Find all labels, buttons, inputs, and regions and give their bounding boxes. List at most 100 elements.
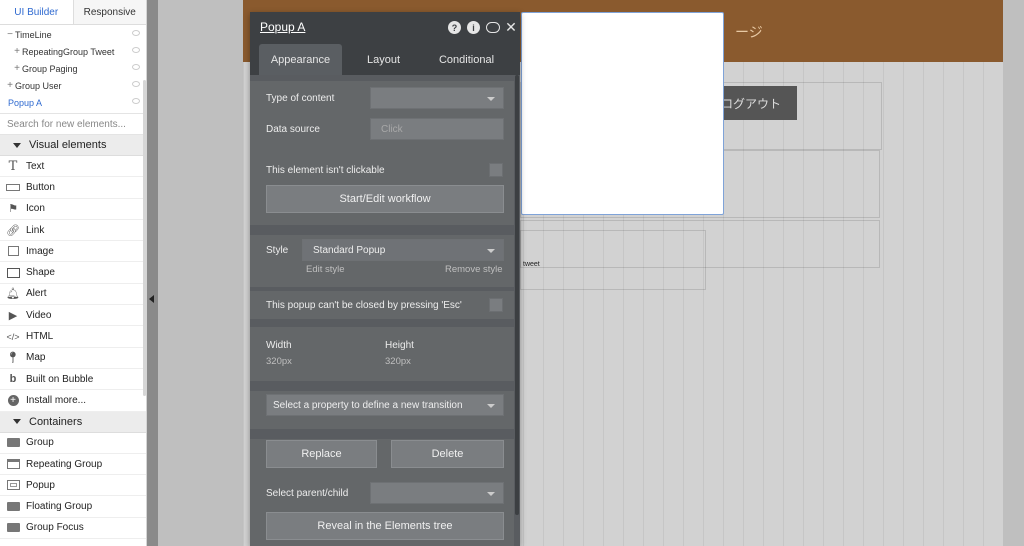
button-icon xyxy=(6,181,20,193)
element-label: Shape xyxy=(26,267,55,279)
map-pin-icon: 📍︎ xyxy=(6,352,20,365)
editor-title[interactable]: Popup A xyxy=(260,20,305,34)
parent-child-label: Select parent/child xyxy=(266,488,349,499)
tab-ui-builder[interactable]: UI Builder xyxy=(0,0,73,24)
tree-item-label: RepeatingGroup Tweet xyxy=(22,46,115,57)
repeating-group-icon xyxy=(6,458,20,470)
sidebar-scrollbar[interactable] xyxy=(143,80,146,396)
tree-item-label: Group User xyxy=(15,80,62,91)
element-video[interactable]: ▶ Video xyxy=(0,305,146,327)
element-shape[interactable]: Shape xyxy=(0,262,146,284)
element-install-more[interactable]: + Install more... xyxy=(0,390,146,412)
element-image[interactable]: Image xyxy=(0,241,146,263)
group-focus-icon xyxy=(6,522,20,534)
close-icon[interactable]: ✕ xyxy=(505,19,517,35)
tree-item-popup-a[interactable]: Popup A xyxy=(0,94,146,111)
element-alert[interactable]: 🔔︎ Alert xyxy=(0,284,146,306)
height-value[interactable]: 320px xyxy=(385,356,411,367)
tree-item-repeatinggroup-tweet[interactable]: + RepeatingGroup Tweet xyxy=(0,43,146,60)
parent-child-dropdown[interactable] xyxy=(370,482,504,504)
tab-conditional[interactable]: Conditional xyxy=(425,44,508,75)
width-label: Width xyxy=(266,340,292,351)
element-button[interactable]: Button xyxy=(0,177,146,199)
elements-tree: − TimeLine + RepeatingGroup Tweet + Grou… xyxy=(0,25,146,111)
element-label: Image xyxy=(26,245,54,257)
transition-dropdown[interactable]: Select a property to define a new transi… xyxy=(266,394,504,416)
delete-button[interactable]: Delete xyxy=(391,440,504,468)
tab-appearance[interactable]: Appearance xyxy=(259,44,342,75)
popup-a-preview[interactable] xyxy=(521,12,724,215)
element-label: Built on Bubble xyxy=(26,373,94,385)
not-clickable-checkbox[interactable] xyxy=(489,163,503,177)
collapse-sidebar-icon[interactable] xyxy=(149,295,154,303)
eye-icon[interactable] xyxy=(132,98,140,104)
bell-icon: 🔔︎ xyxy=(6,288,20,301)
remove-style-link[interactable]: Remove style xyxy=(445,264,503,275)
replace-button[interactable]: Replace xyxy=(266,440,377,468)
reveal-in-tree-button[interactable]: Reveal in the Elements tree xyxy=(266,512,504,540)
style-dropdown[interactable]: Standard Popup xyxy=(302,239,504,261)
eye-icon[interactable] xyxy=(132,64,140,70)
expand-icon[interactable]: + xyxy=(13,46,21,57)
element-label: Repeating Group xyxy=(26,458,103,470)
element-group-focus[interactable]: Group Focus xyxy=(0,518,146,540)
editor-title-bar[interactable]: Popup A ? i ✕ xyxy=(250,12,520,44)
width-value[interactable]: 320px xyxy=(266,356,292,367)
element-label: Popup xyxy=(26,479,55,491)
edit-style-link[interactable]: Edit style xyxy=(306,264,345,275)
type-of-content-dropdown[interactable] xyxy=(370,87,504,109)
start-edit-workflow-button[interactable]: Start/Edit workflow xyxy=(266,185,504,213)
editor-body: Type of content Data source Click This e… xyxy=(250,75,520,546)
tree-item-group-user[interactable]: + Group User xyxy=(0,77,146,94)
image-icon xyxy=(6,245,20,257)
chevron-down-icon xyxy=(487,404,495,408)
chevron-down-icon xyxy=(487,97,495,101)
element-map[interactable]: 📍︎ Map xyxy=(0,348,146,369)
element-link[interactable]: 🔗︎ Link xyxy=(0,220,146,242)
info-icon[interactable]: i xyxy=(467,21,480,34)
popup-icon xyxy=(6,479,20,491)
data-source-label: Data source xyxy=(266,124,320,135)
tab-responsive[interactable]: Responsive xyxy=(72,0,146,24)
tree-item-group-paging[interactable]: + Group Paging xyxy=(0,60,146,77)
element-built-on-bubble[interactable]: b Built on Bubble xyxy=(0,369,146,391)
element-html[interactable]: </> HTML xyxy=(0,326,146,348)
eye-icon[interactable] xyxy=(132,30,140,36)
tree-item-label: Group Paging xyxy=(22,63,78,74)
element-text[interactable]: T Text xyxy=(0,156,146,178)
element-floating-group[interactable]: Floating Group xyxy=(0,496,146,518)
category-containers[interactable]: Containers xyxy=(0,411,146,433)
element-icon[interactable]: ⚑ Icon xyxy=(0,199,146,220)
bubble-logo-icon: b xyxy=(9,373,17,386)
search-elements-input[interactable]: Search for new elements... xyxy=(0,113,146,135)
expand-icon[interactable]: + xyxy=(6,80,14,91)
collapse-icon[interactable]: − xyxy=(6,29,14,40)
flag-icon: ⚑ xyxy=(8,203,18,216)
left-sidebar: UI Builder Responsive − TimeLine + Repea… xyxy=(0,0,147,546)
element-label: Install more... xyxy=(26,394,87,406)
help-icon[interactable]: ? xyxy=(448,21,461,34)
tree-item-label: TimeLine xyxy=(15,29,52,40)
data-source-placeholder: Click xyxy=(381,124,403,135)
esc-checkbox[interactable] xyxy=(489,298,503,312)
eye-icon[interactable] xyxy=(132,47,140,53)
eye-icon[interactable] xyxy=(132,81,140,87)
expand-icon[interactable]: + xyxy=(13,63,21,74)
tree-item-timeline[interactable]: − TimeLine xyxy=(0,26,146,43)
code-icon: </> xyxy=(6,331,20,342)
plus-circle-icon: + xyxy=(6,394,20,406)
comment-icon[interactable] xyxy=(486,22,500,33)
element-popup[interactable]: Popup xyxy=(0,475,146,497)
height-label: Height xyxy=(385,340,414,351)
element-label: Video xyxy=(26,309,52,321)
element-group[interactable]: Group xyxy=(0,433,146,454)
element-repeating-group[interactable]: Repeating Group xyxy=(0,454,146,476)
type-of-content-label: Type of content xyxy=(266,93,335,104)
tab-layout[interactable]: Layout xyxy=(342,44,425,75)
link-icon: 🔗︎ xyxy=(6,224,20,237)
style-label: Style xyxy=(266,245,289,256)
editor-scrollbar[interactable] xyxy=(515,75,519,515)
category-visual-elements[interactable]: Visual elements xyxy=(0,135,146,156)
caret-down-icon xyxy=(13,142,21,148)
data-source-field[interactable]: Click xyxy=(370,118,504,140)
